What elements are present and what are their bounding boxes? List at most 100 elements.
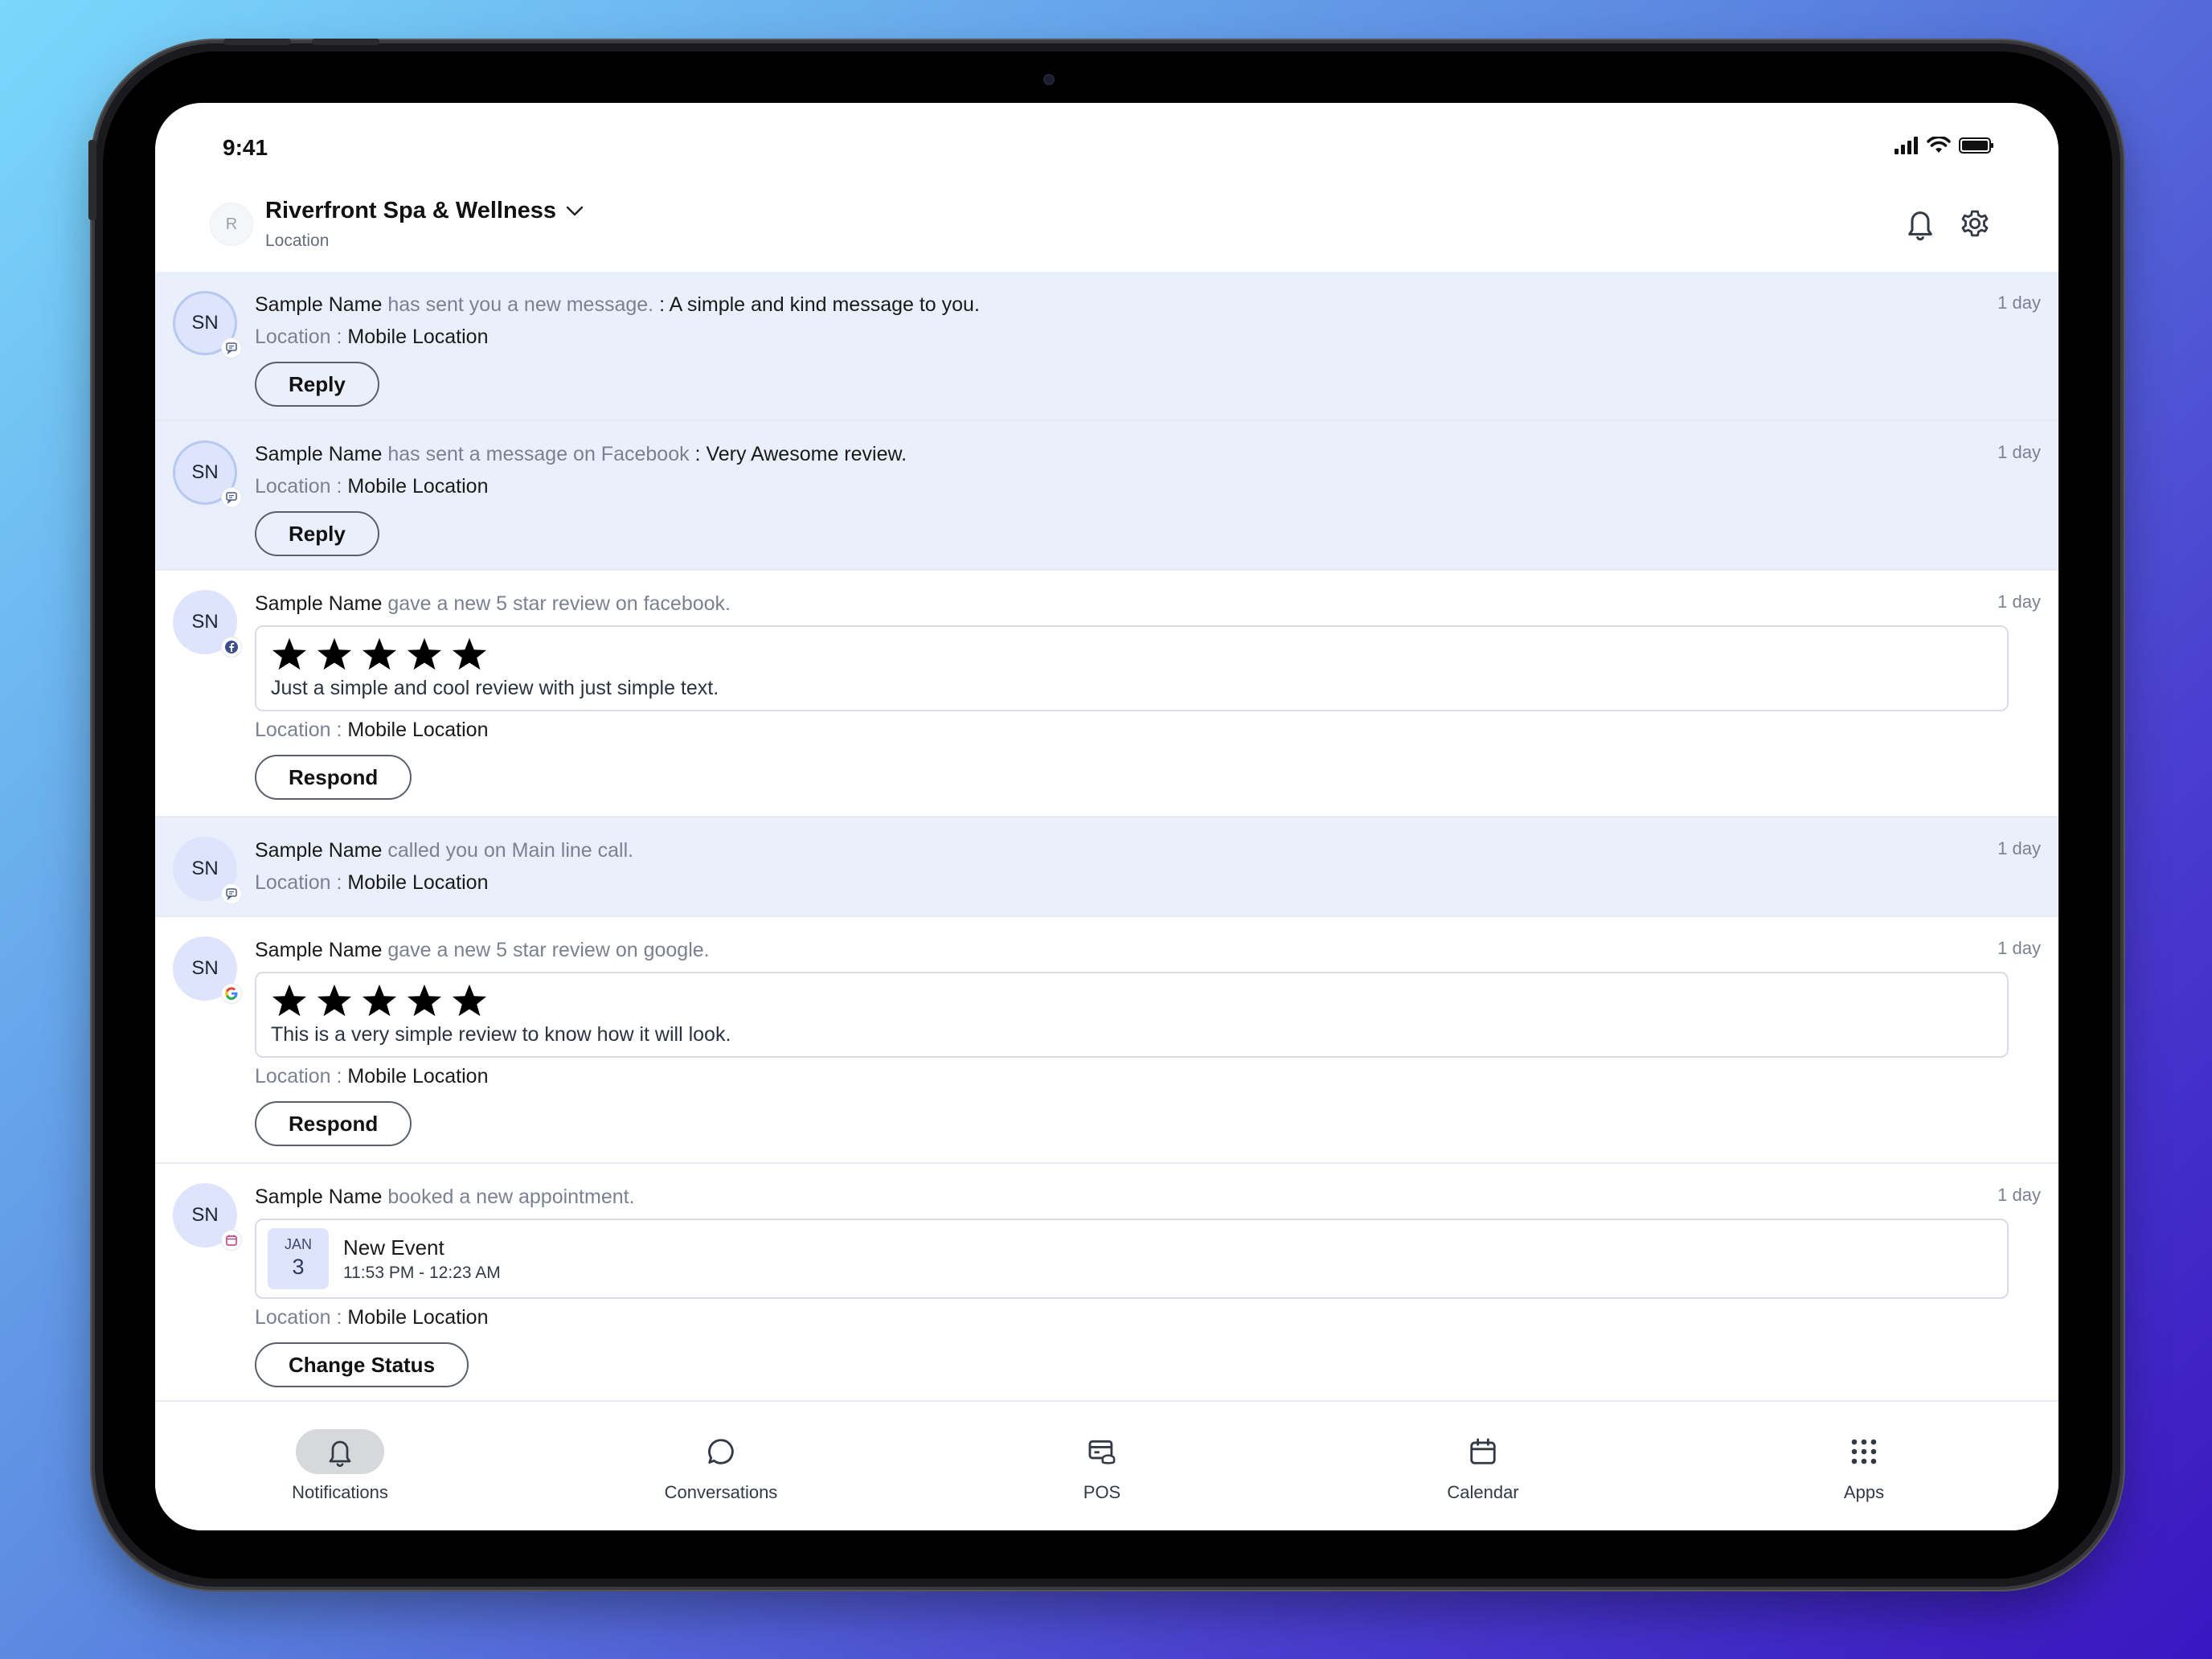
date-chip: JAN 3 xyxy=(268,1228,329,1289)
notification-action: gave a new 5 star review on facebook. xyxy=(387,592,731,615)
location-value: Mobile Location xyxy=(347,719,489,741)
star-icon xyxy=(407,637,442,670)
notification-action: booked a new appointment. xyxy=(387,1186,635,1208)
bottom-tab-bar: Notifications Conversations POS Calendar… xyxy=(155,1405,2058,1530)
sender-name: Sample Name xyxy=(255,443,383,465)
avatar: SN xyxy=(173,590,242,657)
front-camera xyxy=(1043,74,1055,85)
notification-content: Sample Name booked a new appointment. JA… xyxy=(255,1183,2042,1387)
sender-name: Sample Name xyxy=(255,939,383,961)
timestamp: 1 day xyxy=(1997,592,2041,612)
tab-label: Notifications xyxy=(292,1482,388,1502)
location-value: Mobile Location xyxy=(347,871,489,894)
location-label: Location : xyxy=(255,475,342,498)
location-label: Location : xyxy=(255,871,342,894)
chat-bubble-icon xyxy=(677,1429,765,1474)
review-text: Just a simple and cool review with just … xyxy=(271,677,719,699)
star-icon xyxy=(272,984,307,1017)
tab-calendar[interactable]: Calendar xyxy=(1387,1429,1579,1503)
device-button xyxy=(88,140,96,220)
notification-action: has sent a message on Facebook xyxy=(387,443,690,465)
sender-name: Sample Name xyxy=(255,839,383,862)
notification-summary: Sample Name has sent you a new message. … xyxy=(255,291,2042,318)
appointment-day: 3 xyxy=(292,1255,305,1279)
star-rating xyxy=(271,635,1993,674)
chevron-down-icon xyxy=(566,206,584,215)
timestamp: 1 day xyxy=(1997,442,2041,462)
appointment-details: New Event 11:53 PM - 12:23 AM xyxy=(343,1235,501,1283)
sender-name: Sample Name xyxy=(255,592,383,615)
star-icon xyxy=(452,637,487,670)
avatar: SN xyxy=(173,1183,242,1251)
notification-item[interactable]: SN Sample Name booked a new appointment.… xyxy=(155,1164,2058,1402)
notification-message: : A simple and kind message to you. xyxy=(659,293,980,316)
tab-pos[interactable]: POS xyxy=(1006,1429,1198,1503)
appointment-card[interactable]: JAN 3 New Event 11:53 PM - 12:23 AM xyxy=(255,1219,2009,1299)
status-icons xyxy=(1895,137,1994,154)
chat-icon xyxy=(221,487,242,508)
avatar: SN xyxy=(173,837,242,904)
gear-icon xyxy=(1961,210,1989,237)
reply-button[interactable]: Reply xyxy=(255,362,379,407)
pos-icon xyxy=(1058,1429,1146,1474)
tab-label: POS xyxy=(1083,1482,1121,1502)
app-screen: 9:41 R Riverfront Spa & Wellness Locatio… xyxy=(155,103,2058,1530)
star-icon xyxy=(272,637,307,670)
respond-button[interactable]: Respond xyxy=(255,1101,412,1146)
settings-button[interactable] xyxy=(1956,204,1994,243)
tab-conversations[interactable]: Conversations xyxy=(625,1429,817,1503)
reply-button[interactable]: Reply xyxy=(255,511,379,556)
review-card: This is a very simple review to know how… xyxy=(255,972,2009,1058)
notifications-button[interactable] xyxy=(1901,204,1940,243)
location-switcher[interactable]: Riverfront Spa & Wellness xyxy=(265,198,584,224)
notification-item[interactable]: SN Sample Name has sent a message on Fac… xyxy=(155,421,2058,571)
device-button xyxy=(312,39,379,45)
avatar-initials: SN xyxy=(191,858,219,879)
star-icon xyxy=(317,637,352,670)
notification-summary: Sample Name booked a new appointment. xyxy=(255,1183,2042,1210)
tab-label: Calendar xyxy=(1447,1482,1519,1502)
review-card: Just a simple and cool review with just … xyxy=(255,625,2009,711)
tab-apps[interactable]: Apps xyxy=(1768,1429,1960,1503)
avatar-initials: SN xyxy=(191,312,219,334)
notification-item[interactable]: SN Sample Name has sent you a new messag… xyxy=(155,272,2058,421)
tab-notifications[interactable]: Notifications xyxy=(244,1429,436,1503)
notification-summary: Sample Name has sent a message on Facebo… xyxy=(255,440,2042,468)
star-icon xyxy=(452,984,487,1017)
change-status-button[interactable]: Change Status xyxy=(255,1342,469,1387)
review-text: This is a very simple review to know how… xyxy=(271,1023,731,1046)
location-label: Location : xyxy=(255,1065,342,1088)
bell-icon xyxy=(296,1429,384,1474)
timestamp: 1 day xyxy=(1997,293,2041,313)
star-rating xyxy=(271,981,1993,1020)
battery-icon xyxy=(1959,137,1993,154)
notification-item[interactable]: SN Sample Name gave a new 5 star review … xyxy=(155,917,2058,1164)
avatar: SN xyxy=(173,291,242,358)
notification-item[interactable]: SN Sample Name gave a new 5 star review … xyxy=(155,571,2058,817)
location-line: Location : Mobile Location xyxy=(255,869,2042,896)
calendar-icon xyxy=(221,1230,242,1251)
avatar-initials: SN xyxy=(191,611,219,633)
avatar: SN xyxy=(173,936,242,1004)
sender-name: Sample Name xyxy=(255,1186,383,1208)
tab-label: Conversations xyxy=(664,1482,778,1502)
chat-icon xyxy=(221,883,242,904)
signal-icon xyxy=(1895,137,1918,154)
sender-name: Sample Name xyxy=(255,293,383,316)
location-avatar[interactable]: R xyxy=(210,203,253,246)
notification-content: Sample Name has sent you a new message. … xyxy=(255,291,2042,407)
notification-content: Sample Name gave a new 5 star review on … xyxy=(255,590,2042,800)
location-line: Location : Mobile Location xyxy=(255,473,2042,500)
notification-content: Sample Name gave a new 5 star review on … xyxy=(255,936,2042,1146)
wifi-icon xyxy=(1927,137,1951,153)
tab-label: Apps xyxy=(1843,1482,1885,1502)
respond-button[interactable]: Respond xyxy=(255,755,412,800)
notification-content: Sample Name has sent a message on Facebo… xyxy=(255,440,2042,556)
location-line: Location : Mobile Location xyxy=(255,1304,2042,1331)
star-icon xyxy=(362,984,397,1017)
status-time: 9:41 xyxy=(223,135,268,160)
appointment-time: 11:53 PM - 12:23 AM xyxy=(343,1263,501,1282)
apps-grid-icon xyxy=(1820,1429,1908,1474)
device-button xyxy=(223,39,291,45)
notification-item[interactable]: SN Sample Name called you on Main line c… xyxy=(155,817,2058,917)
